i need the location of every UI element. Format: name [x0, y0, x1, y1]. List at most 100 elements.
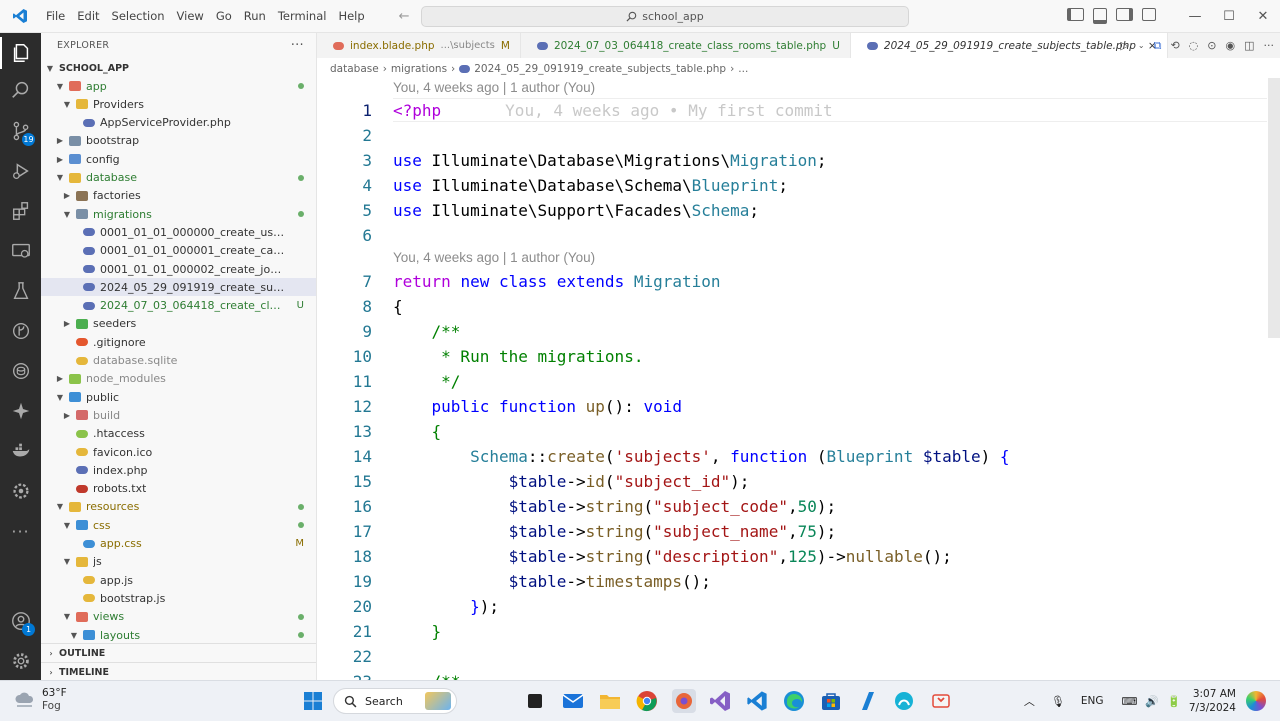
toggle-primary-sidebar-icon[interactable] [1067, 8, 1084, 21]
tree-file[interactable]: 2024_07_03_064418_create_class_roo... U [41, 297, 316, 315]
tree-folder[interactable]: ▶ factories [41, 187, 316, 205]
settings-sync-icon[interactable] [0, 471, 41, 511]
edge-icon[interactable] [782, 689, 806, 713]
command-center-search[interactable]: school_app [421, 6, 909, 27]
tree-file[interactable]: 2024_05_29_091919_create_subjects_table.… [41, 278, 316, 297]
timeline-icon[interactable]: ◉ [1225, 39, 1235, 52]
breadcrumb-item[interactable]: ... [738, 63, 748, 75]
maximize-button[interactable]: ☐ [1212, 9, 1246, 24]
toggle-panel-icon[interactable] [1093, 8, 1107, 24]
menu-item-edit[interactable]: Edit [71, 9, 105, 23]
docker-icon[interactable] [0, 431, 41, 471]
explorer-more-actions[interactable]: ··· [291, 38, 304, 53]
tree-folder[interactable]: ▼ migrations [41, 205, 316, 223]
more-actions-icon[interactable]: ··· [1264, 39, 1275, 52]
tree-file[interactable]: favicon.ico [41, 443, 316, 461]
copilot-app-icon[interactable] [892, 689, 916, 713]
file-explorer-icon[interactable] [598, 689, 622, 713]
toggle-secondary-sidebar-icon[interactable] [1116, 8, 1133, 21]
accounts-icon[interactable]: 1 [0, 601, 41, 641]
media-app-icon[interactable] [672, 689, 696, 713]
tree-folder[interactable]: ▶ build [41, 406, 316, 424]
editor-tab[interactable]: index.blade.php ...\subjects M [317, 33, 521, 58]
timeline-section[interactable]: › TIMELINE [41, 662, 316, 681]
tree-file[interactable]: app.js [41, 571, 316, 589]
compare-changes-icon[interactable]: ⧉ [1154, 39, 1162, 53]
tree-folder[interactable]: ▶ bootstrap [41, 132, 316, 150]
tree-file[interactable]: app.css M [41, 535, 316, 553]
code-editor[interactable]: You, 4 weeks ago | 1 author (You) You, 4… [317, 78, 1267, 680]
workspace-root[interactable]: ▼ SCHOOL_APP [41, 59, 316, 77]
git-graph-icon[interactable] [0, 311, 41, 351]
tree-file[interactable]: .gitignore [41, 333, 316, 351]
breadcrumb-item[interactable]: database [330, 63, 379, 75]
search-icon[interactable] [0, 70, 41, 110]
open-changes-icon[interactable]: ⟲ [1170, 39, 1179, 52]
mail-icon[interactable] [561, 689, 585, 713]
codelens-blame-class[interactable]: You, 4 weeks ago | 1 author (You) [393, 250, 595, 265]
battery-icon[interactable]: 🔋 [1167, 695, 1181, 708]
menu-item-view[interactable]: View [171, 9, 210, 23]
close-window-button[interactable]: ✕ [1246, 9, 1280, 24]
copilot-icon[interactable] [0, 391, 41, 431]
remote-explorer-icon[interactable] [0, 231, 41, 271]
editor-tab[interactable]: 2024_07_03_064418_create_class_rooms_tab… [521, 33, 851, 58]
clock[interactable]: 3:07 AM 7/3/2024 [1189, 687, 1236, 715]
microphone-icon[interactable]: 🎙 [1051, 695, 1065, 708]
visual-studio-icon[interactable] [708, 689, 732, 713]
tree-folder[interactable]: ▼ public [41, 388, 316, 406]
previous-change-icon[interactable]: ◌ [1189, 39, 1199, 52]
tree-file[interactable]: bootstrap.js [41, 589, 316, 607]
chevron-up-icon[interactable]: ︿ [1024, 693, 1035, 709]
source-control-icon[interactable]: 19 [0, 111, 41, 151]
menu-item-file[interactable]: File [40, 9, 71, 23]
customize-layout-icon[interactable] [1142, 8, 1156, 21]
language-indicator[interactable]: ENG [1081, 695, 1104, 707]
menu-item-selection[interactable]: Selection [106, 9, 171, 23]
tree-folder[interactable]: ▼ css [41, 516, 316, 534]
tree-file[interactable]: .htaccess [41, 425, 316, 443]
tree-file[interactable]: index.php [41, 461, 316, 479]
run-debug-icon[interactable] [0, 151, 41, 191]
red-app-icon[interactable] [929, 689, 953, 713]
back-arrow-icon[interactable]: ← [399, 9, 410, 24]
microsoft-store-icon[interactable] [819, 689, 843, 713]
menu-item-help[interactable]: Help [332, 9, 370, 23]
tree-file[interactable]: robots.txt [41, 480, 316, 498]
copilot-tray-icon[interactable] [1246, 691, 1266, 711]
manage-gear-icon[interactable] [0, 641, 41, 681]
tree-folder[interactable]: ▶ config [41, 150, 316, 168]
chevron-down-icon[interactable]: ⌄ [1138, 41, 1145, 50]
network-icon[interactable]: ⌨ [1122, 695, 1138, 708]
tree-folder[interactable]: ▼ Providers [41, 95, 316, 113]
task-view-icon[interactable] [523, 689, 547, 713]
menu-item-run[interactable]: Run [238, 9, 272, 23]
taskbar-search[interactable]: Search [333, 688, 457, 714]
breadcrumb-item[interactable]: migrations [391, 63, 447, 75]
explorer-icon[interactable] [0, 33, 41, 73]
codelens-blame-top[interactable]: You, 4 weeks ago | 1 author (You) [393, 80, 595, 95]
extensions-icon[interactable] [0, 191, 41, 231]
tree-file[interactable]: 0001_01_01_000001_create_cache_table.php [41, 242, 316, 260]
minimize-button[interactable]: — [1178, 9, 1212, 24]
split-editor-icon[interactable]: ◫ [1244, 39, 1254, 52]
testing-icon[interactable] [0, 271, 41, 311]
tree-file[interactable]: database.sqlite [41, 352, 316, 370]
tree-file[interactable]: 0001_01_01_000002_create_jobs_table.php [41, 260, 316, 278]
outline-section[interactable]: › OUTLINE [41, 643, 316, 662]
vscode-taskbar-icon[interactable] [745, 689, 769, 713]
next-change-icon[interactable]: ⊙ [1207, 39, 1216, 52]
chrome-icon[interactable] [635, 689, 659, 713]
weather-widget[interactable]: 63°F Fog [14, 687, 67, 713]
tree-folder[interactable]: ▼ js [41, 553, 316, 571]
tree-folder[interactable]: ▼ views [41, 608, 316, 626]
sourcetree-icon[interactable] [856, 689, 880, 713]
menu-item-go[interactable]: Go [210, 9, 238, 23]
breadcrumb-item[interactable]: 2024_05_29_091919_create_subjects_table.… [474, 63, 726, 75]
volume-icon[interactable]: 🔊 [1145, 695, 1159, 708]
tree-folder[interactable]: ▼ database [41, 169, 316, 187]
database-icon[interactable] [0, 351, 41, 391]
tree-file[interactable]: 0001_01_01_000000_create_users_table.php [41, 223, 316, 241]
tree-folder[interactable]: ▶ seeders [41, 315, 316, 333]
tree-file[interactable]: AppServiceProvider.php [41, 114, 316, 132]
